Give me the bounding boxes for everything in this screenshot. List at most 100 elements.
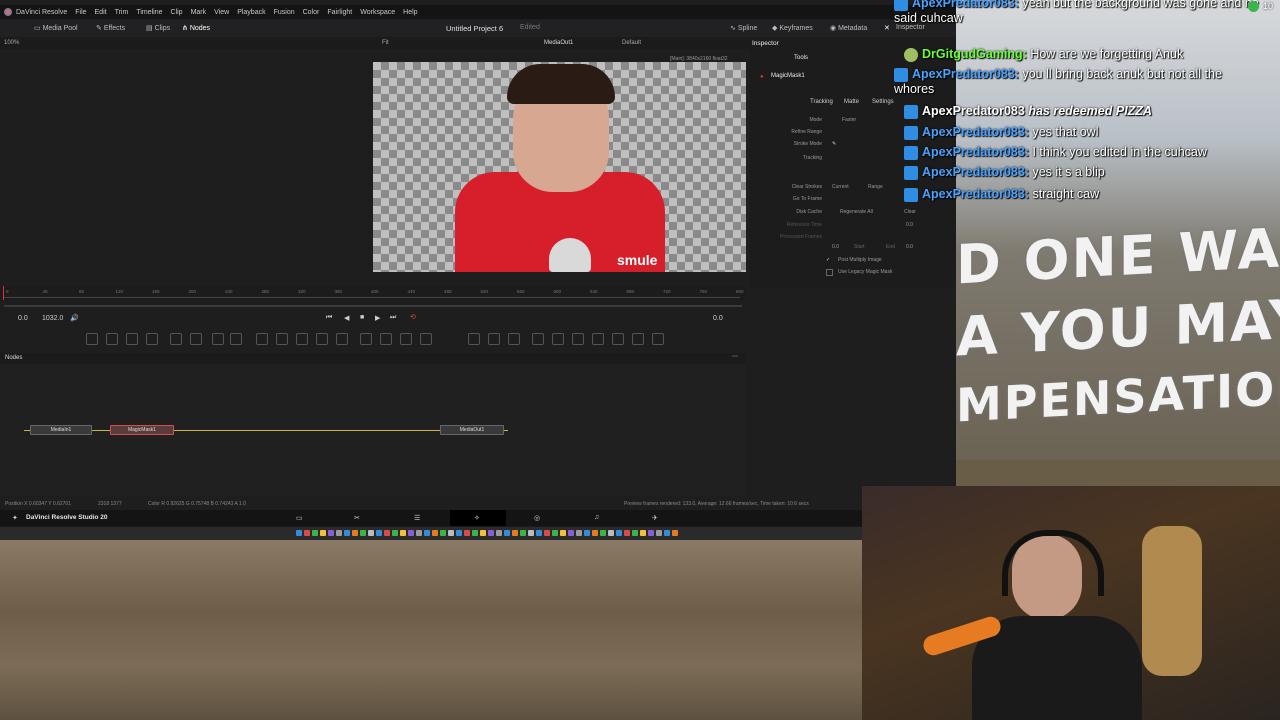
taskbar-app-icon[interactable] xyxy=(672,530,678,536)
fx-tool-7-icon[interactable] xyxy=(652,333,664,345)
zoom-select[interactable]: 100% xyxy=(4,40,19,46)
effects-button[interactable]: ✎ Effects xyxy=(96,24,125,32)
more-options-icon[interactable]: ⋯ xyxy=(732,353,738,360)
taskbar-app-icon[interactable] xyxy=(296,530,302,536)
blur-tool-icon[interactable] xyxy=(212,333,224,345)
node-mediaout1[interactable]: MediaOut1 xyxy=(440,425,504,435)
processed-end-value[interactable]: 0.0 xyxy=(906,244,913,250)
clear-current-button[interactable]: Current xyxy=(832,184,849,190)
fairlight-page-icon[interactable]: ♫ xyxy=(594,514,599,521)
polygon-mask-icon[interactable] xyxy=(296,333,308,345)
fx-tool-4-icon[interactable] xyxy=(592,333,604,345)
viewer-canvas[interactable]: smule xyxy=(373,62,746,272)
menu-playback[interactable]: Playback xyxy=(237,9,265,16)
play-reverse-icon[interactable]: ◀ xyxy=(344,314,349,322)
go-to-start-icon[interactable]: ⏮ xyxy=(326,314,332,322)
fx-tool-6-icon[interactable] xyxy=(632,333,644,345)
taskbar-app-icon[interactable] xyxy=(392,530,398,536)
taskbar-app-icon[interactable] xyxy=(416,530,422,536)
ellipse-mask-icon[interactable] xyxy=(276,333,288,345)
taskbar-app-icon[interactable] xyxy=(536,530,542,536)
media-page-icon[interactable]: ▭ xyxy=(296,514,303,522)
fx-tool-5-icon[interactable] xyxy=(612,333,624,345)
menu-view[interactable]: View xyxy=(214,9,229,16)
taskbar-app-icon[interactable] xyxy=(528,530,534,536)
post-multiply-checkbox[interactable]: ✓ xyxy=(826,257,830,263)
spline-button[interactable]: ∿ Spline xyxy=(730,24,757,32)
taskbar-app-icon[interactable] xyxy=(544,530,550,536)
playhead[interactable] xyxy=(3,286,4,300)
planar-tool-icon[interactable] xyxy=(488,333,500,345)
taskbar-app-icon[interactable] xyxy=(400,530,406,536)
taskbar-app-icon[interactable] xyxy=(600,530,606,536)
default-select[interactable]: Default xyxy=(622,40,641,46)
media-pool-button[interactable]: ▭ Media Pool xyxy=(34,24,78,32)
menu-fusion[interactable]: Fusion xyxy=(274,9,295,16)
drop-tool-icon[interactable] xyxy=(230,333,242,345)
fx-tool-2-icon[interactable] xyxy=(552,333,564,345)
stabilizer-tool-icon[interactable] xyxy=(508,333,520,345)
color-page-icon[interactable]: ◎ xyxy=(534,514,540,522)
scrub-bar[interactable] xyxy=(4,305,742,307)
tab-settings[interactable]: Settings xyxy=(872,99,894,105)
taskbar-app-icon[interactable] xyxy=(336,530,342,536)
taskbar-app-icon[interactable] xyxy=(624,530,630,536)
taskbar-app-icon[interactable] xyxy=(552,530,558,536)
taskbar-app-icon[interactable] xyxy=(496,530,502,536)
background-tool-icon[interactable] xyxy=(86,333,98,345)
keyframes-button[interactable]: ◆ Keyframes xyxy=(772,24,813,32)
tracker-tool-icon[interactable] xyxy=(468,333,480,345)
reference-time-value[interactable]: 0.0 xyxy=(906,222,913,228)
taskbar-app-icon[interactable] xyxy=(512,530,518,536)
taskbar-app-icon[interactable] xyxy=(560,530,566,536)
text-tool-icon[interactable] xyxy=(126,333,138,345)
menu-app[interactable]: DaVinci Resolve xyxy=(16,9,67,16)
menu-color[interactable]: Color xyxy=(303,9,320,16)
taskbar-app-icon[interactable] xyxy=(384,530,390,536)
taskbar-app-icon[interactable] xyxy=(456,530,462,536)
renderer-tool-icon[interactable] xyxy=(400,333,412,345)
taskbar-app-icon[interactable] xyxy=(368,530,374,536)
taskbar-app-icon[interactable] xyxy=(480,530,486,536)
menu-workspace[interactable]: Workspace xyxy=(360,9,395,16)
clear-range-button[interactable]: Range xyxy=(868,184,883,190)
taskbar-app-icon[interactable] xyxy=(440,530,446,536)
menu-help[interactable]: Help xyxy=(403,9,417,16)
taskbar-app-icon[interactable] xyxy=(472,530,478,536)
fx-tool-1-icon[interactable] xyxy=(532,333,544,345)
taskbar-app-icon[interactable] xyxy=(344,530,350,536)
taskbar-app-icon[interactable] xyxy=(304,530,310,536)
end-time[interactable]: 1032.0 xyxy=(42,315,63,322)
clips-button[interactable]: ▤ Clips xyxy=(146,24,170,32)
taskbar-app-icon[interactable] xyxy=(520,530,526,536)
edit-page-icon[interactable]: ☰ xyxy=(414,514,420,522)
taskbar-app-icon[interactable] xyxy=(504,530,510,536)
tab-matte[interactable]: Matte xyxy=(844,99,859,105)
close-icon[interactable]: ✕ xyxy=(884,24,890,32)
menu-mark[interactable]: Mark xyxy=(191,9,207,16)
deliver-page-icon[interactable]: ✈ xyxy=(652,514,658,522)
taskbar-app-icon[interactable] xyxy=(656,530,662,536)
tab-tracking[interactable]: Tracking xyxy=(810,99,833,105)
processed-start-value[interactable]: 0.0 xyxy=(832,244,839,250)
fit-select[interactable]: Fit xyxy=(382,40,389,46)
particle-tool-icon[interactable] xyxy=(420,333,432,345)
taskbar-app-icon[interactable] xyxy=(632,530,638,536)
brush-tool-icon[interactable] xyxy=(146,333,158,345)
go-to-end-icon[interactable]: ⏭ xyxy=(390,314,396,322)
metadata-button[interactable]: ◉ Metadata xyxy=(830,24,867,32)
taskbar-app-icon[interactable] xyxy=(448,530,454,536)
fx-tool-3-icon[interactable] xyxy=(572,333,584,345)
play-icon[interactable]: ▶ xyxy=(375,314,380,322)
nodes-button[interactable]: ⋔ Nodes xyxy=(182,24,210,32)
taskbar-app-icon[interactable] xyxy=(648,530,654,536)
paint-tool-icon[interactable] xyxy=(106,333,118,345)
menu-timeline[interactable]: Timeline xyxy=(136,9,162,16)
menu-trim[interactable]: Trim xyxy=(115,9,129,16)
taskbar-app-icon[interactable] xyxy=(640,530,646,536)
taskbar-app-icon[interactable] xyxy=(320,530,326,536)
mode-select[interactable]: Faster xyxy=(842,117,856,123)
taskbar-app-icon[interactable] xyxy=(488,530,494,536)
taskbar-app-icon[interactable] xyxy=(664,530,670,536)
merge-tool-icon[interactable] xyxy=(170,333,182,345)
